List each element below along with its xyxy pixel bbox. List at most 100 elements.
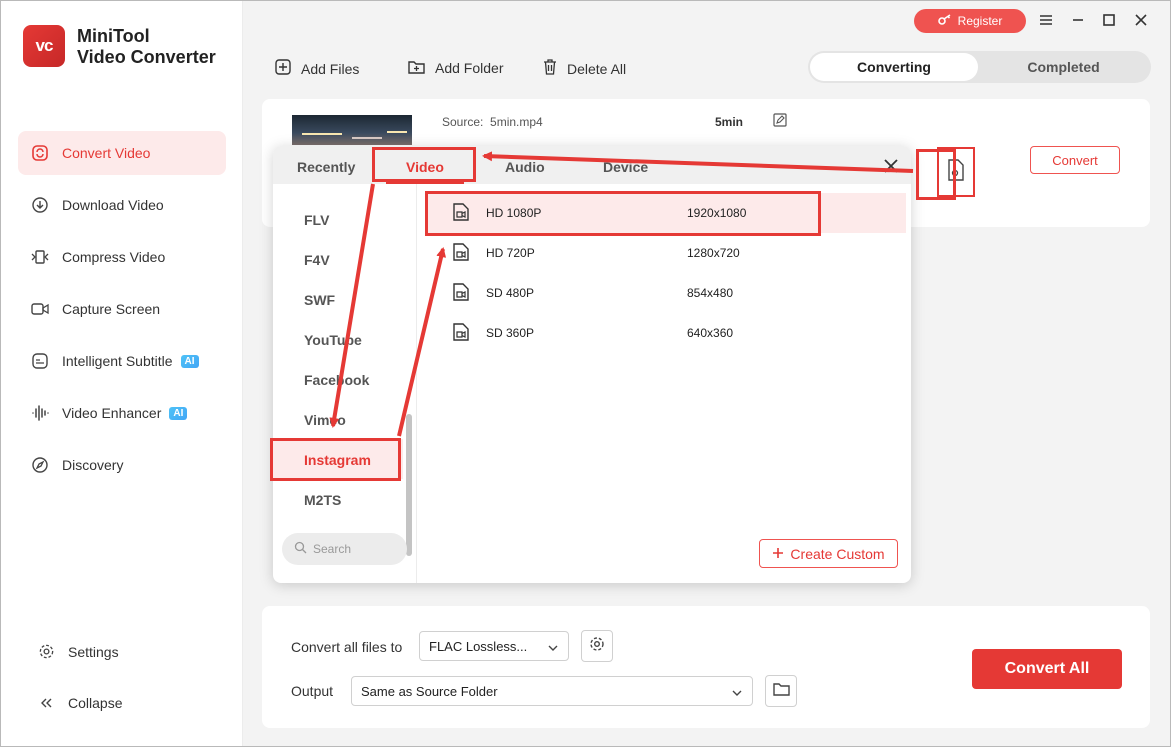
add-folder-button[interactable]: Add Folder	[408, 59, 503, 77]
preset-resolution: 640x360	[687, 326, 734, 340]
annotation-instagram	[270, 438, 401, 481]
source-label: Source:	[442, 115, 484, 129]
register-button[interactable]: Register	[914, 9, 1026, 33]
key-icon	[937, 13, 952, 29]
subtitle-icon	[31, 352, 49, 370]
maximize-icon[interactable]	[1100, 11, 1118, 29]
settings-button[interactable]: Settings	[37, 643, 119, 660]
folder-plus-icon	[408, 59, 425, 77]
preset-item[interactable]: SD 480P 854x480	[426, 273, 906, 313]
app-logo: vc	[23, 25, 65, 67]
menu-icon[interactable]	[1037, 11, 1055, 29]
convert-icon	[31, 144, 49, 162]
ai-badge: AI	[169, 406, 188, 420]
video-file-icon	[452, 283, 470, 304]
search-icon	[294, 541, 307, 557]
video-file-icon	[452, 323, 470, 344]
create-custom-button[interactable]: Create Custom	[759, 539, 898, 568]
video-thumbnail[interactable]	[292, 115, 412, 145]
search-input[interactable]: Search	[282, 533, 407, 565]
sidebar-item-label: Download Video	[62, 197, 164, 213]
close-icon[interactable]	[1132, 11, 1150, 29]
source-name: 5min.mp4	[490, 115, 543, 129]
popup-tabs: Recently Video Audio Device	[273, 146, 911, 184]
tab-audio[interactable]: Audio	[505, 159, 545, 175]
format-item[interactable]: Vimeo	[304, 412, 346, 428]
close-icon[interactable]	[881, 156, 901, 176]
add-folder-label: Add Folder	[435, 60, 504, 76]
collapse-label: Collapse	[68, 695, 123, 711]
enhancer-icon	[31, 404, 49, 422]
output-label: Output	[291, 683, 334, 699]
convert-all-to-label: Convert all files to	[291, 639, 403, 655]
sidebar-item-compress-video[interactable]: Compress Video	[18, 235, 226, 279]
delete-all-label: Delete All	[567, 60, 627, 77]
settings-label: Settings	[68, 643, 119, 660]
format-item[interactable]: FLV	[304, 212, 329, 228]
edit-icon[interactable]	[773, 113, 789, 129]
trash-icon	[543, 59, 557, 78]
annotation-video-tab	[372, 147, 476, 182]
convert-all-button[interactable]: Convert All	[972, 649, 1122, 689]
sidebar: vc MiniTool Video Converter Convert Vide…	[1, 1, 243, 746]
convert-all-to-select[interactable]: FLAC Lossless...	[419, 631, 569, 661]
preset-resolution: 854x480	[687, 286, 734, 300]
collapse-button[interactable]: Collapse	[37, 695, 122, 711]
chevron-down-icon	[732, 686, 742, 701]
scrollbar[interactable]	[406, 414, 412, 556]
sidebar-item-label: Video Enhancer	[62, 405, 162, 421]
preset-item[interactable]: SD 360P 640x360	[426, 313, 906, 353]
sidebar-item-video-enhancer[interactable]: Video Enhancer AI	[18, 391, 226, 435]
format-item[interactable]: SWF	[304, 292, 335, 308]
app-title-line2: Video Converter	[77, 47, 216, 67]
sidebar-item-download-video[interactable]: Download Video	[18, 183, 226, 227]
plus-icon	[772, 546, 784, 562]
sidebar-item-label: Compress Video	[62, 249, 166, 265]
convert-all-to-value: FLAC Lossless...	[429, 638, 528, 654]
minimize-icon[interactable]	[1069, 11, 1087, 29]
status-tabs: Converting Completed	[808, 51, 1151, 83]
sidebar-item-label: Intelligent Subtitle	[62, 353, 173, 369]
sidebar-item-discovery[interactable]: Discovery	[18, 443, 226, 487]
double-chevron-left-icon	[37, 696, 55, 710]
format-settings-button[interactable]	[581, 630, 613, 662]
delete-all-button[interactable]: Delete All	[543, 59, 626, 78]
tab-converting[interactable]: Converting	[810, 53, 978, 81]
folder-icon	[772, 682, 790, 701]
open-folder-button[interactable]	[765, 675, 797, 707]
plus-square-icon	[275, 59, 291, 78]
output-select[interactable]: Same as Source Folder	[351, 676, 753, 706]
create-custom-label: Create Custom	[790, 545, 885, 562]
sidebar-item-capture-screen[interactable]: Capture Screen	[18, 287, 226, 331]
preset-item[interactable]: HD 720P 1280x720	[426, 233, 906, 273]
convert-button[interactable]: Convert	[1030, 146, 1120, 174]
preset-name: SD 480P	[486, 286, 535, 300]
app-title-line1: MiniTool	[77, 26, 150, 46]
app-title: MiniTool Video Converter	[77, 26, 216, 68]
format-list: FLV F4V SWF YouTube Facebook Vimeo Insta…	[273, 184, 417, 583]
tab-recently[interactable]: Recently	[297, 159, 355, 175]
search-placeholder: Search	[313, 542, 352, 556]
format-item[interactable]: F4V	[304, 252, 330, 268]
bottom-panel: Convert all files to FLAC Lossless... Ou…	[262, 606, 1150, 728]
format-item[interactable]: Facebook	[304, 372, 369, 388]
format-item[interactable]: YouTube	[304, 332, 362, 348]
camera-icon	[31, 300, 49, 318]
sidebar-item-label: Convert Video	[62, 145, 151, 161]
register-label: Register	[957, 14, 1003, 28]
add-files-label: Add Files	[301, 60, 360, 77]
sidebar-item-intelligent-subtitle[interactable]: Intelligent Subtitle AI	[18, 339, 226, 383]
ai-badge: AI	[180, 354, 199, 368]
download-icon	[31, 196, 49, 214]
preset-name: HD 720P	[486, 246, 535, 260]
sidebar-item-convert-video[interactable]: Convert Video	[18, 131, 226, 175]
sidebar-item-label: Discovery	[62, 457, 124, 473]
tab-completed[interactable]: Completed	[978, 53, 1149, 81]
add-files-button[interactable]: Add Files	[275, 59, 359, 78]
gear-icon	[589, 636, 605, 657]
annotation-hd1080p	[425, 191, 821, 236]
tab-device[interactable]: Device	[603, 159, 648, 175]
annotation-format-icon	[916, 149, 956, 200]
format-item[interactable]: M2TS	[304, 492, 341, 508]
output-value: Same as Source Folder	[361, 683, 498, 699]
